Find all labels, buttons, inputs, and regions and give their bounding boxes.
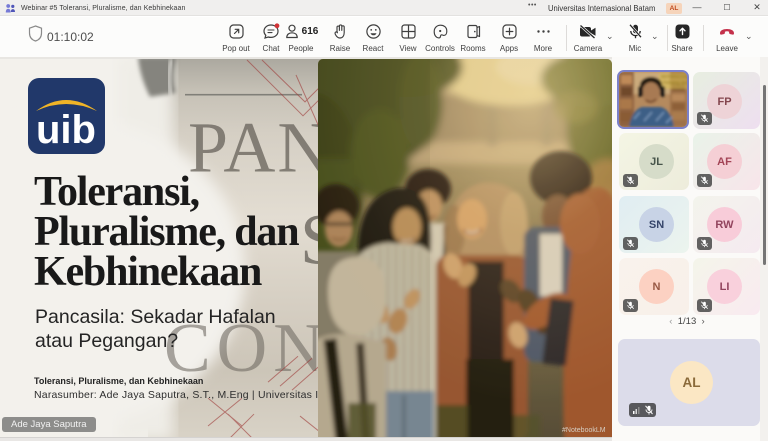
svg-text:uib: uib bbox=[36, 108, 96, 152]
svg-text:Peluang dan: Peluang dan bbox=[663, 80, 687, 85]
svg-text:BERBINCANG: BERBINCANG bbox=[661, 74, 687, 79]
